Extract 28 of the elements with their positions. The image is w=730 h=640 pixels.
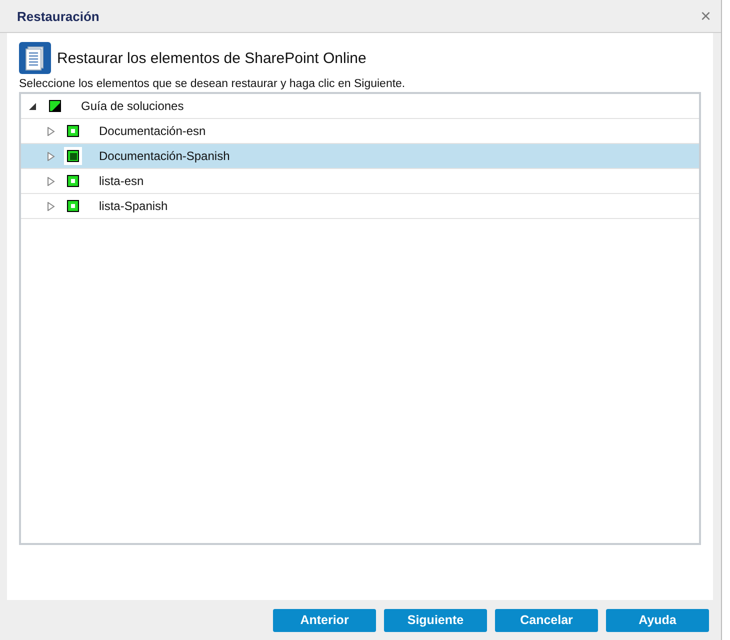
tree-item-label: Documentación-Spanish bbox=[99, 149, 230, 163]
checkbox[interactable] bbox=[67, 150, 79, 162]
collapsed-arrow-icon[interactable] bbox=[47, 176, 55, 186]
dialog-button[interactable]: Cancelar bbox=[495, 608, 598, 632]
collapsed-arrow-icon[interactable] bbox=[47, 152, 55, 160]
tree-row[interactable]: lista-Spanish bbox=[21, 194, 699, 219]
tree-row[interactable]: Guía de soluciones bbox=[21, 94, 699, 119]
expanded-arrow-icon[interactable] bbox=[29, 102, 37, 110]
dialog-button[interactable]: Anterior bbox=[273, 608, 376, 632]
instruction-text: Seleccione los elementos que se desean restaurar y haga clic en Siguiente. bbox=[19, 78, 406, 90]
checkbox[interactable] bbox=[49, 100, 61, 112]
tree-row[interactable]: lista-esn bbox=[21, 169, 699, 194]
collapsed-arrow-icon[interactable] bbox=[47, 126, 55, 136]
tree-item-label: Guía de soluciones bbox=[81, 99, 184, 113]
tree-item-label: Documentación-esn bbox=[99, 124, 206, 138]
tree-item-label: lista-Spanish bbox=[99, 199, 168, 213]
checkbox[interactable] bbox=[67, 200, 79, 212]
dialog-button[interactable]: Ayuda bbox=[606, 608, 709, 632]
checkbox[interactable] bbox=[67, 175, 79, 187]
dialog-heading: Restaurar los elementos de SharePoint Online bbox=[57, 50, 366, 66]
window-title: Restauración bbox=[17, 8, 100, 24]
document-icon bbox=[19, 42, 51, 74]
tree-row[interactable]: Documentación-Spanish bbox=[21, 144, 699, 169]
close-button[interactable]: × bbox=[698, 7, 713, 25]
collapsed-arrow-icon[interactable] bbox=[47, 202, 55, 210]
checkbox[interactable] bbox=[67, 125, 79, 137]
dialog-button[interactable]: Siguiente bbox=[384, 608, 487, 632]
tree-item-label: lista-esn bbox=[99, 174, 144, 188]
